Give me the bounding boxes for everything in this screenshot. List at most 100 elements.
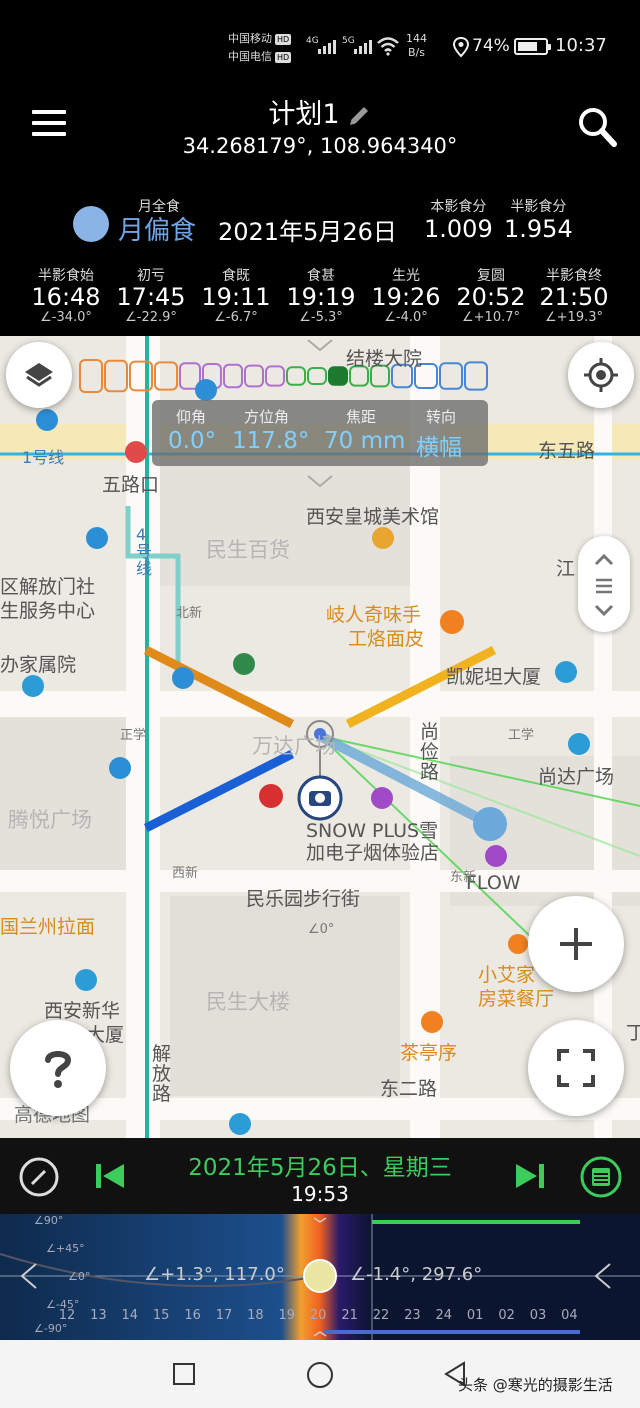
skip-forward-icon[interactable]: [514, 1160, 546, 1192]
app-header: 计划1 34.268179°, 108.964340° 月全食 月偏食 2021…: [0, 78, 640, 336]
phase-item[interactable]: 食既 19:11 ∠-6.7°: [191, 268, 281, 325]
net-type-2: 5G: [342, 36, 355, 46]
timeline-hour-label: 04: [561, 1308, 578, 1323]
phase-item[interactable]: 生光 19:26 ∠-4.0°: [361, 268, 451, 325]
wifi-icon: [377, 37, 399, 56]
phase-label: 复圆: [477, 268, 505, 284]
home-circle-icon[interactable]: [305, 1360, 335, 1390]
timeline-hour-label: 24: [435, 1308, 453, 1323]
crosshair-icon: [584, 358, 618, 392]
date-bar: 2021年5月26日、星期三 19:53: [0, 1138, 640, 1214]
focal-value: 70 mm: [324, 428, 406, 454]
penumbral-value: 1.954: [504, 215, 573, 243]
location-icon: [452, 36, 470, 58]
scroll-arrows-icon: [594, 553, 614, 617]
moon-reading: ∠+1.3°, 117.0°: [144, 1264, 285, 1285]
alt-mark: ∠90°: [34, 1214, 64, 1227]
help-button[interactable]: [10, 1020, 106, 1116]
orientation-value: 横幅: [416, 435, 462, 461]
zoom-in-button[interactable]: [528, 896, 624, 992]
timeline-hour-label: 13: [90, 1308, 107, 1323]
moon-icon: [73, 206, 109, 242]
umbral-value: 1.009: [424, 215, 493, 243]
battery-percent: 74%: [472, 36, 510, 56]
map-label: 五路口: [102, 474, 160, 496]
my-location-button[interactable]: [568, 342, 634, 408]
layers-icon: [25, 363, 53, 387]
map-label: 办家属院: [0, 654, 77, 676]
carrier-info: 中国移动 HD 中国电信 HD: [228, 30, 292, 66]
phase-altitude: ∠+10.7°: [462, 310, 520, 325]
timeline-scrubber[interactable]: ∠90° ∠+45° ∠0° ∠-45° ∠-90° ∠+1.3°, 117.0…: [0, 1214, 640, 1340]
recents-square-icon[interactable]: [172, 1362, 196, 1386]
phase-item[interactable]: 食甚 19:19 ∠-5.3°: [276, 268, 366, 325]
timeline-hour-label: 14: [121, 1308, 139, 1323]
signal-icon: [354, 38, 372, 54]
map-label: 西安新华: [44, 1000, 121, 1022]
map-label: 民生大楼: [206, 990, 290, 1014]
eclipse-type[interactable]: 月偏食: [118, 210, 196, 247]
penumbral-label: 半影食分: [510, 199, 567, 215]
net-speed: 144 B/s: [406, 32, 427, 60]
phase-item[interactable]: 半影食始 16:48 ∠-34.0°: [21, 268, 111, 325]
map-label: 解放路: [152, 1043, 172, 1105]
map-label: ∠0°: [308, 922, 335, 937]
map-label: 区解放门社: [0, 576, 96, 598]
map-label: 房菜餐厅: [478, 988, 555, 1010]
search-icon[interactable]: [574, 104, 620, 150]
orientation-label: 转向: [426, 408, 457, 426]
map-label: 岐人奇味手: [326, 604, 422, 626]
battery-icon: [514, 38, 551, 55]
camera-info-panel[interactable]: 仰角 0.0° 方位角 117.8° 焦距 70 mm 转向 横幅: [152, 400, 488, 466]
map-label: 工学: [508, 728, 535, 743]
sun-reading: ∠-1.4°, 297.6°: [350, 1264, 483, 1285]
phase-label: 初亏: [137, 268, 165, 284]
system-nav-bar: 头条 @寒光的摄影生活: [0, 1340, 640, 1408]
net-type-1: 4G: [306, 36, 319, 46]
layers-button[interactable]: [6, 342, 72, 408]
phase-time: 19:11: [201, 283, 271, 311]
map-label: 东新: [450, 870, 477, 885]
eclipse-phases: 半影食始 16:48 ∠-34.0° 初亏 17:45 ∠-22.9° 食既 19:11 ∠…: [0, 268, 640, 328]
map-label: 尚俭路: [420, 721, 440, 783]
map-label: 结楼大院: [346, 348, 423, 370]
zoom-scroller[interactable]: [578, 536, 630, 632]
penumbral-magnitude: 半影食分 1.954: [504, 196, 573, 242]
edit-pencil-icon[interactable]: [346, 103, 372, 129]
map-view[interactable]: 1号线 五路口 东五路 结楼大院 西安皇城美术馆 民生百货 4号线 区解放门社 …: [0, 336, 640, 1138]
eclipse-date: 2021年5月26日: [218, 218, 397, 246]
map-label: 加电子烟体验店: [306, 842, 440, 864]
map-label: 民生百货: [206, 538, 290, 562]
map-label: 茶亭序: [400, 1042, 458, 1064]
plan-title[interactable]: 计划1: [0, 92, 640, 131]
timeline-hour-label: 15: [152, 1308, 170, 1323]
phase-item[interactable]: 复圆 20:52 ∠+10.7°: [446, 268, 536, 325]
map-label: 西新: [172, 866, 199, 881]
map-label: 工烙面皮: [348, 628, 425, 650]
phase-altitude: ∠+19.3°: [545, 310, 603, 325]
timeline-hour-label: 23: [404, 1308, 421, 1323]
phase-item[interactable]: 初亏 17:45 ∠-22.9°: [106, 268, 196, 325]
phase-label: 半影食终: [546, 268, 602, 284]
timeline-hour-label: 16: [184, 1308, 201, 1323]
alt-mark: ∠0°: [68, 1270, 91, 1283]
calendar-icon[interactable]: [580, 1156, 622, 1198]
hd-badge: HD: [275, 34, 292, 45]
map-label: 西安皇城美术馆: [306, 506, 440, 528]
phase-label: 半影食始: [38, 268, 94, 284]
phase-time: 16:48: [31, 283, 101, 311]
timeline-hour-label: 02: [498, 1308, 515, 1323]
elevation-label: 仰角: [176, 408, 207, 426]
map-label: 民乐园步行街: [246, 888, 361, 910]
timeline-hour-label: 12: [58, 1308, 76, 1323]
map-label: 生服务中心: [0, 600, 96, 622]
question-icon: [45, 1051, 72, 1088]
fullscreen-button[interactable]: [528, 1020, 624, 1116]
phase-label: 食既: [222, 268, 250, 284]
phase-item[interactable]: 半影食终 21:50 ∠+19.3°: [529, 268, 619, 325]
map-label: 丁: [626, 1022, 640, 1044]
phase-time: 21:50: [539, 283, 609, 311]
phase-time: 19:26: [371, 283, 441, 311]
phase-time: 17:45: [116, 283, 186, 311]
phase-time: 20:52: [456, 283, 526, 311]
